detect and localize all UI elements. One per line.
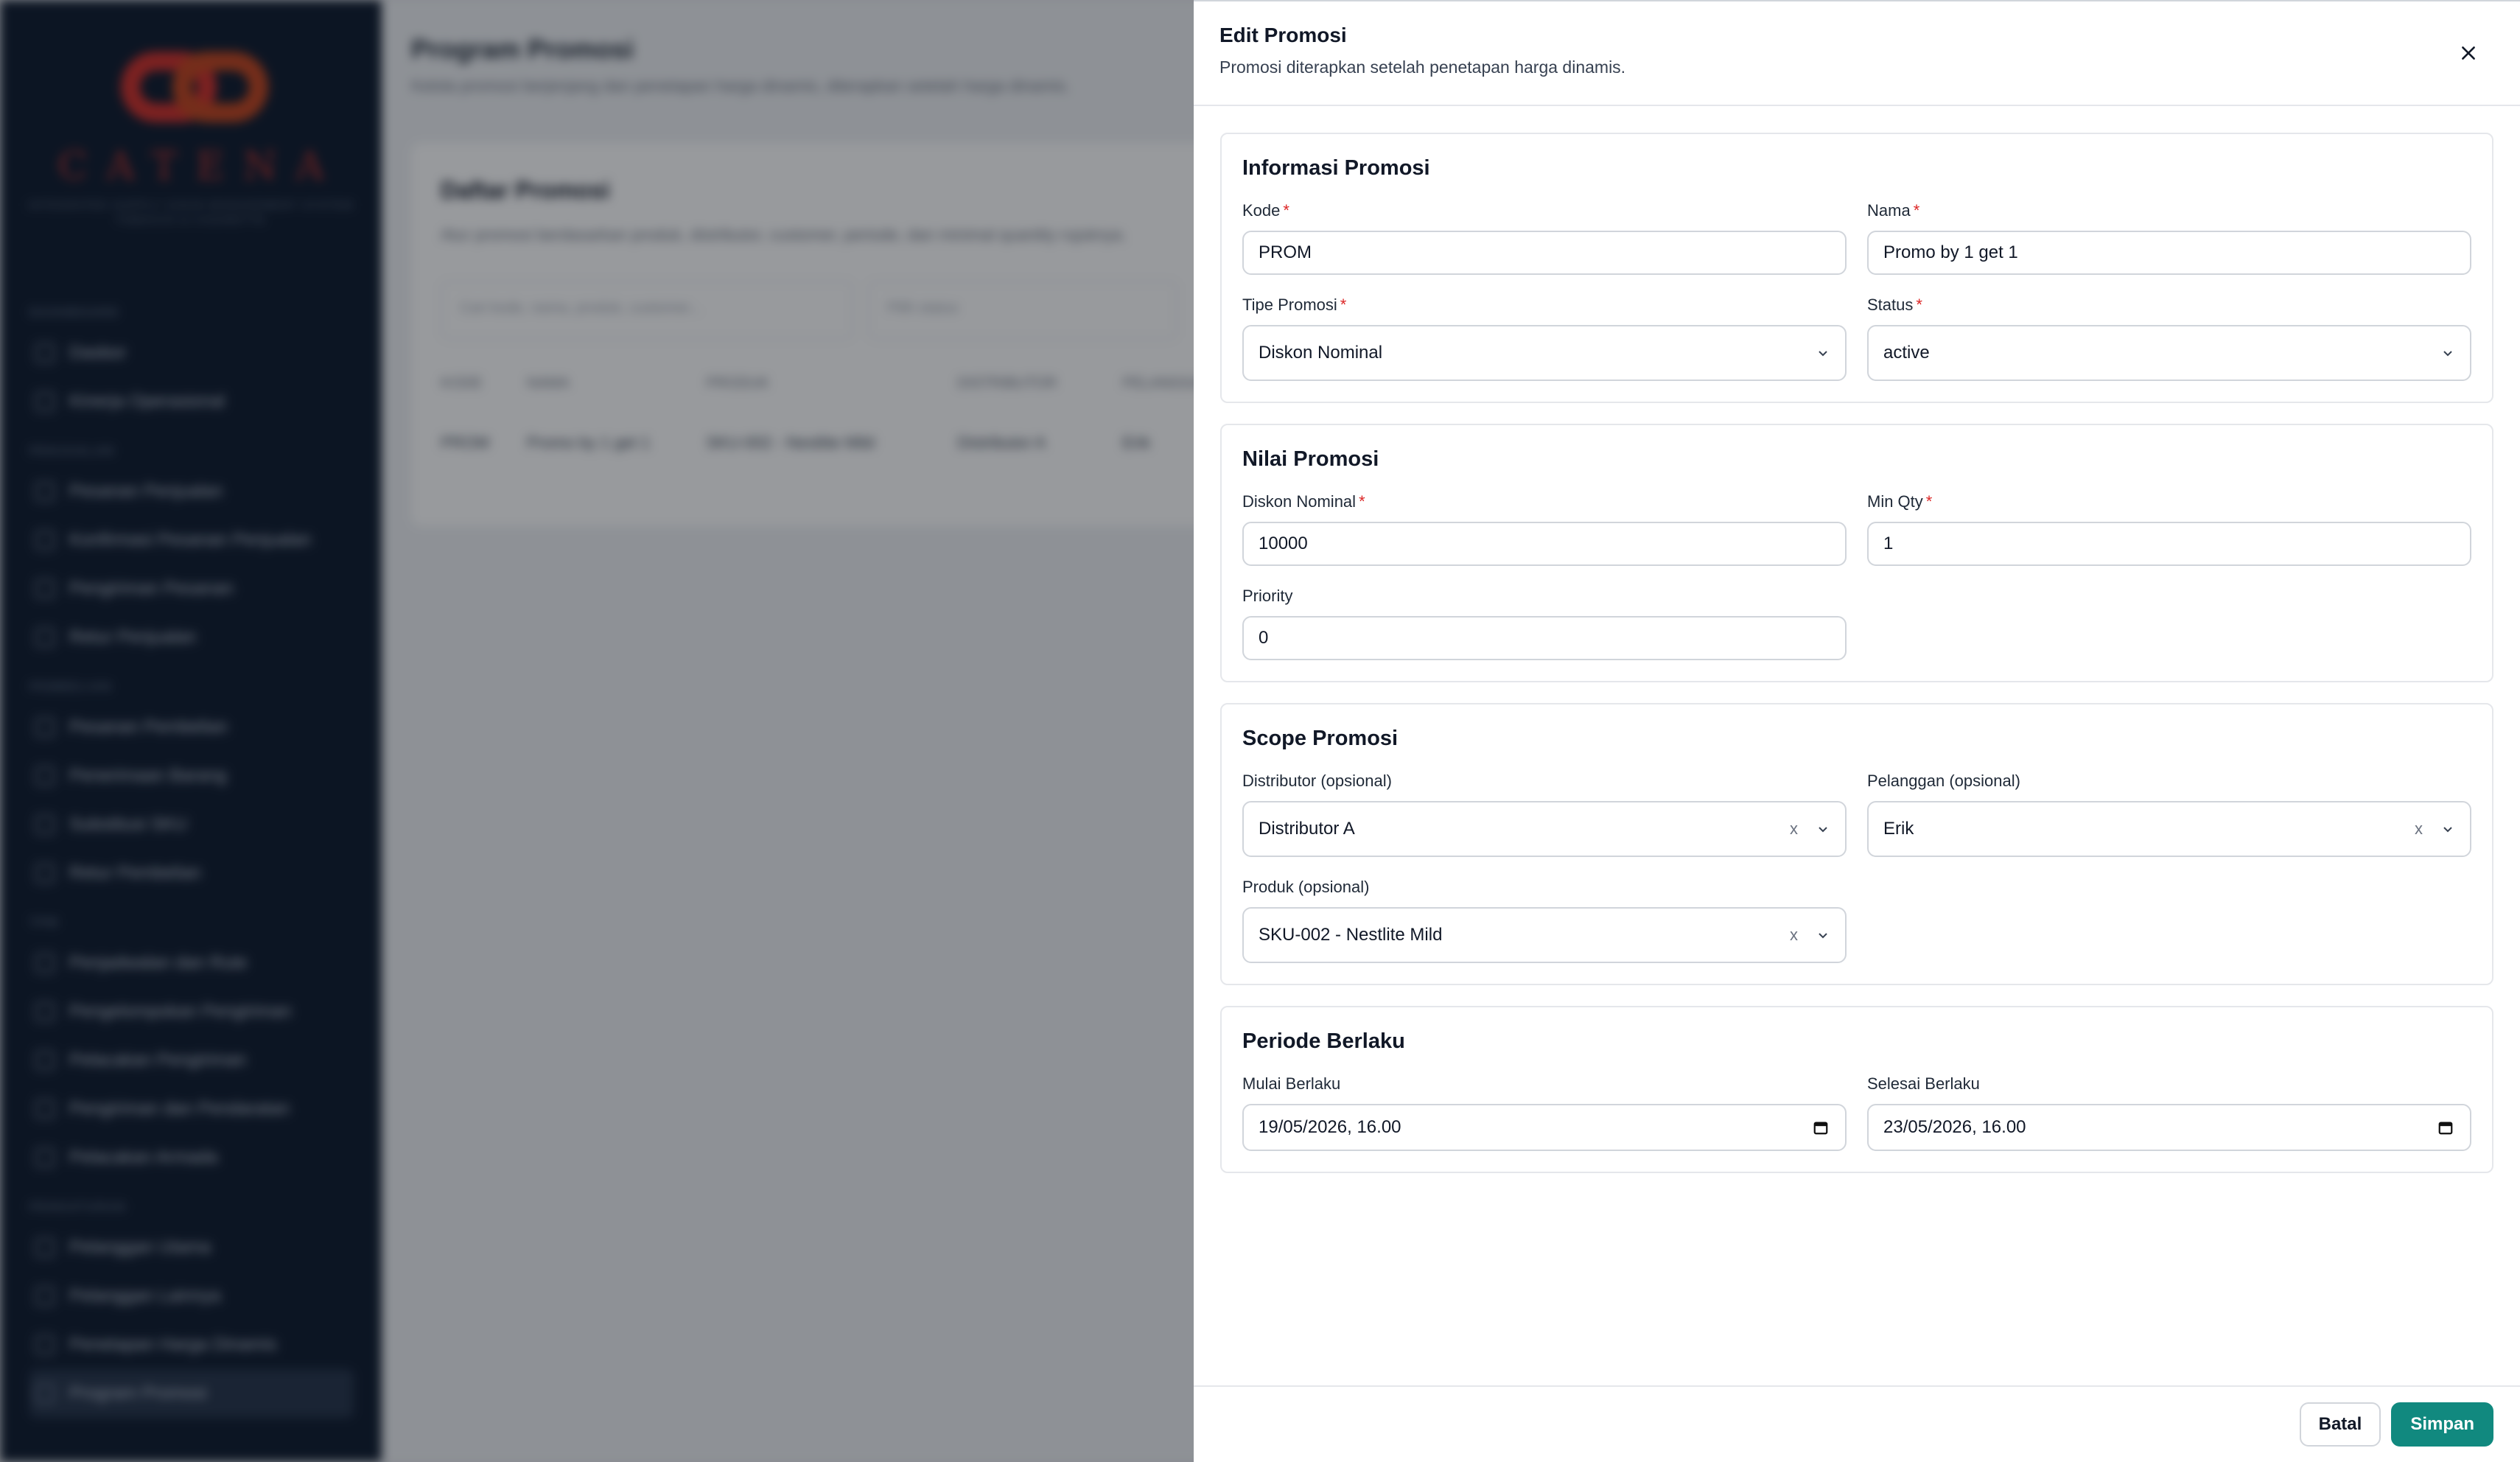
chevron-down-icon [2440,346,2455,360]
min-qty-label: Min Qty * [1867,492,1933,511]
cancel-button[interactable]: Batal [2299,1402,2381,1447]
calendar-icon[interactable] [1811,1118,1830,1137]
kode-label: Kode * [1242,201,1289,220]
selesai-berlaku-input[interactable]: 23/05/2026, 16.00 [1867,1104,2471,1151]
drawer-body: Informasi Promosi Kode * PROM Nama * Promo… [1194,106,2520,1385]
section-title: Periode Berlaku [1242,1029,1405,1053]
close-button[interactable] [2454,38,2483,68]
priority-input[interactable]: 0 [1242,616,1847,660]
chevron-down-icon [2440,822,2455,836]
section-periode-berlaku: Periode Berlaku Mulai Berlaku 19/05/2026… [1220,1006,2493,1173]
calendar-icon[interactable] [2436,1118,2455,1137]
distributor-value: Distributor A [1259,819,1355,839]
tipe-promosi-label: Tipe Promosi * [1242,295,1347,314]
close-icon [2462,46,2475,60]
drawer-subtitle: Promosi diterapkan setelah penetapan har… [1219,57,1626,77]
section-scope-promosi: Scope Promosi Distributor (opsional) Dis… [1220,703,2493,985]
save-button[interactable]: Simpan [2391,1402,2493,1447]
pelanggan-label: Pelanggan (opsional) [1867,772,2020,790]
chevron-down-icon [1816,346,1830,360]
produk-value: SKU-002 - Nestlite Mild [1259,925,1443,945]
mulai-berlaku-label: Mulai Berlaku [1242,1074,1341,1093]
diskon-nominal-input[interactable]: 10000 [1242,522,1847,566]
status-select[interactable]: active [1867,325,2471,381]
section-nilai-promosi: Nilai Promosi Diskon Nominal * 10000 Min … [1220,424,2493,682]
modal-overlay[interactable] [0,0,1194,1462]
section-informasi-promosi: Informasi Promosi Kode * PROM Nama * Promo… [1220,133,2493,403]
required-mark: * [1913,201,1920,220]
section-title: Scope Promosi [1242,727,1399,750]
status-value: active [1883,343,1930,363]
distributor-select[interactable]: Distributor A x [1242,801,1847,857]
drawer-footer: Batal Simpan [1194,1385,2520,1462]
produk-label: Produk (opsional) [1242,878,1370,896]
diskon-nominal-label: Diskon Nominal * [1242,492,1365,511]
distributor-label: Distributor (opsional) [1242,772,1392,790]
mulai-berlaku-value: 19/05/2026, 16.00 [1259,1117,1401,1137]
status-label: Status * [1867,295,1922,314]
pelanggan-value: Erik [1883,819,1914,839]
tipe-promosi-select[interactable]: Diskon Nominal [1242,325,1847,381]
selesai-berlaku-value: 23/05/2026, 16.00 [1883,1117,2026,1137]
kode-input[interactable]: PROM [1242,231,1847,275]
clear-produk-button[interactable]: x [1790,926,1798,945]
section-title: Informasi Promosi [1242,156,1430,180]
min-qty-input[interactable]: 1 [1867,522,2471,566]
chevron-down-icon [1816,928,1830,942]
chevron-down-icon [1816,822,1830,836]
mulai-berlaku-input[interactable]: 19/05/2026, 16.00 [1242,1104,1847,1151]
required-mark: * [1925,492,1933,511]
selesai-berlaku-label: Selesai Berlaku [1867,1074,1980,1093]
required-mark: * [1916,295,1922,314]
edit-promo-drawer: Edit Promosi Promosi diterapkan setelah … [1194,0,2520,1462]
pelanggan-select[interactable]: Erik x [1867,801,2471,857]
drawer-title: Edit Promosi [1219,24,1347,46]
clear-distributor-button[interactable]: x [1790,819,1798,839]
section-title: Nilai Promosi [1242,447,1379,471]
priority-label: Priority [1242,587,1293,605]
required-mark: * [1283,201,1289,220]
nama-label: Nama * [1867,201,1920,220]
required-mark: * [1359,492,1365,511]
drawer-header: Edit Promosi Promosi diterapkan setelah … [1194,1,2520,106]
tipe-promosi-value: Diskon Nominal [1259,343,1383,363]
produk-select[interactable]: SKU-002 - Nestlite Mild x [1242,907,1847,963]
nama-input[interactable]: Promo by 1 get 1 [1867,231,2471,275]
required-mark: * [1340,295,1347,314]
clear-pelanggan-button[interactable]: x [2415,819,2423,839]
